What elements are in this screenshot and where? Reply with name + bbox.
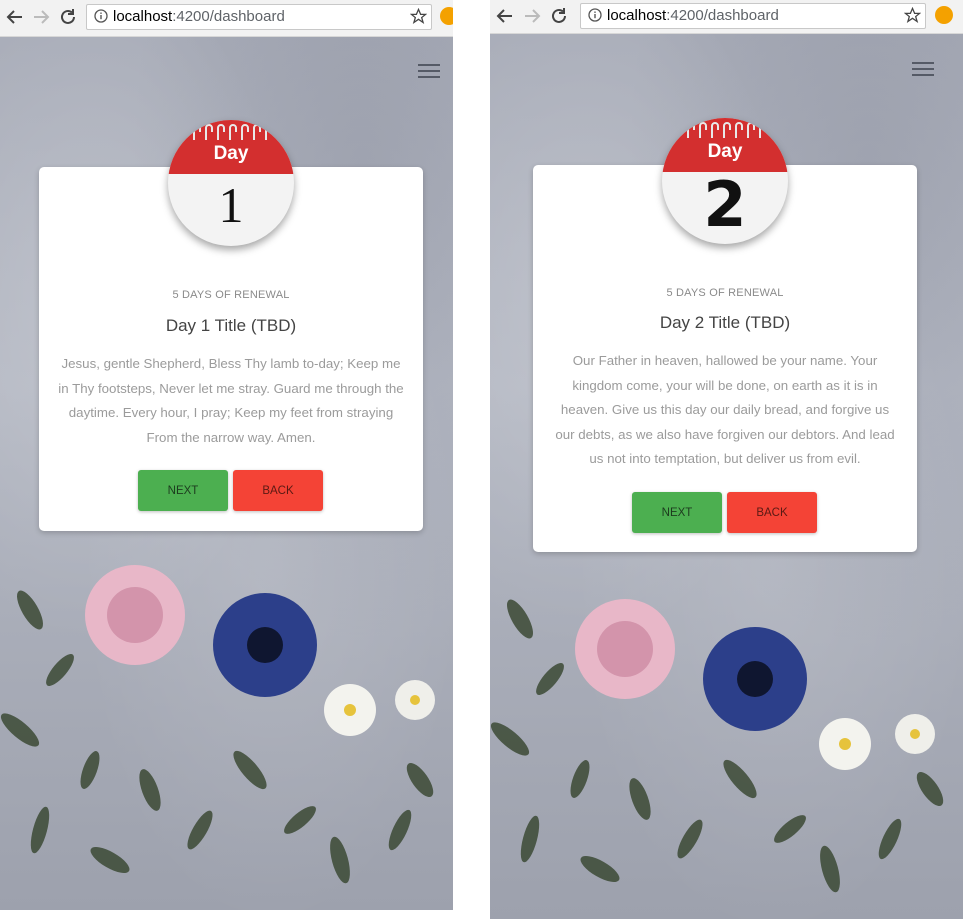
calendar-day-number: 2 (703, 168, 747, 241)
back-arrow-icon[interactable] (494, 5, 516, 27)
url-text: localhost:4200/dashboard (113, 5, 285, 29)
reload-icon[interactable] (57, 6, 79, 28)
hamburger-menu-icon[interactable] (912, 62, 934, 78)
forward-arrow-icon[interactable] (30, 6, 52, 28)
address-bar[interactable]: localhost:4200/dashboard (580, 3, 926, 29)
card-title: Day 2 Title (TBD) (659, 313, 791, 332)
address-bar[interactable]: localhost:4200/dashboard (86, 4, 432, 30)
url-host: localhost (113, 8, 173, 25)
calendar-day-number: 1 (218, 177, 244, 233)
back-arrow-icon[interactable] (4, 6, 26, 28)
url-host: localhost (607, 7, 667, 24)
next-button[interactable]: NEXT (632, 492, 722, 533)
back-button[interactable]: BACK (233, 470, 323, 511)
browser-window-day-1: localhost:4200/dashboard 5 DAYS OF RENEW… (0, 0, 453, 910)
extension-icon[interactable] (935, 6, 953, 24)
calendar-day-icon: Day 1 (168, 120, 294, 246)
url-text: localhost:4200/dashboard (607, 4, 779, 28)
card-body: Jesus, gentle Shepherd, Bless Thy lamb t… (58, 356, 404, 445)
calendar-rings (181, 124, 285, 140)
calendar-rings (675, 122, 779, 138)
url-path: :4200/dashboard (172, 8, 285, 25)
info-icon[interactable] (588, 8, 602, 22)
info-icon[interactable] (94, 9, 108, 23)
browser-toolbar: localhost:4200/dashboard (490, 0, 963, 34)
back-button[interactable]: BACK (727, 492, 817, 533)
card-kicker: 5 DAYS OF RENEWAL (666, 287, 784, 299)
card-body: Our Father in heaven, hallowed be your n… (555, 353, 895, 466)
forward-arrow-icon[interactable] (521, 5, 543, 27)
browser-window-day-2: localhost:4200/dashboard 5 DAYS OF RENEW… (490, 0, 963, 919)
flowers-decoration (490, 599, 944, 893)
star-icon[interactable] (410, 8, 427, 25)
reload-icon[interactable] (548, 5, 570, 27)
flowers-decoration (0, 565, 435, 884)
card-title: Day 1 Title (TBD) (165, 316, 297, 335)
card-kicker: 5 DAYS OF RENEWAL (172, 289, 290, 301)
browser-toolbar: localhost:4200/dashboard (0, 0, 453, 37)
calendar-day-icon: Day 2 (662, 118, 788, 244)
next-button[interactable]: NEXT (138, 470, 228, 511)
star-icon[interactable] (904, 7, 921, 24)
calendar-day-label: Day (707, 141, 743, 162)
url-path: :4200/dashboard (666, 7, 779, 24)
calendar-day-label: Day (213, 143, 249, 164)
extension-icon[interactable] (440, 7, 453, 25)
hamburger-menu-icon[interactable] (418, 64, 440, 80)
